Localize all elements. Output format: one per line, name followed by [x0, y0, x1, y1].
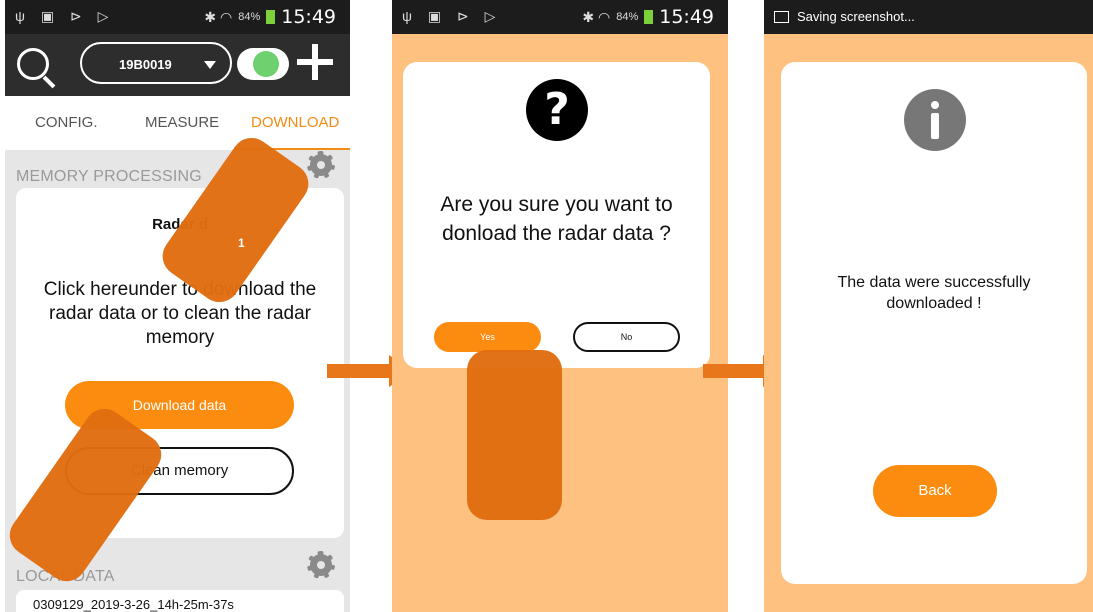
back-button[interactable]: Back — [873, 465, 997, 517]
confirm-dialog: ? Are you sure you want to donload the r… — [403, 62, 710, 368]
local-data-filename: 0309129_2019-3-26_14h-25m-37s — [33, 597, 234, 612]
tab-config[interactable]: CONFIG. — [35, 114, 98, 131]
tab-bar: CONFIG. MEASURE DOWNLOAD — [5, 96, 350, 150]
gear-icon[interactable] — [307, 551, 335, 579]
yes-button[interactable]: Yes — [434, 322, 541, 352]
clock: 15:49 — [659, 6, 714, 28]
device-select[interactable]: 19B0019 — [80, 42, 232, 84]
success-dialog: The data were successfully downloaded ! … — [781, 62, 1087, 584]
dropdown-caret-icon — [204, 61, 216, 69]
status-bar: Saving screenshot... — [764, 0, 1093, 34]
battery-percent: 84% — [238, 11, 261, 23]
phone-screen-confirm-dialog: ψ ▣ ⊳ ▷ ✱ ◠ 84% 15:49 ? Are you sure you… — [392, 0, 728, 612]
status-left-icons: ψ ▣ ⊳ ▷ — [402, 8, 502, 24]
device-select-value: 19B0019 — [119, 57, 172, 72]
gear-icon[interactable] — [307, 151, 335, 179]
card-description: Click hereunder to download the radar da… — [43, 279, 317, 348]
no-button[interactable]: No — [573, 322, 680, 352]
saving-status-text: Saving screenshot... — [797, 9, 915, 24]
phone-screen-success-dialog: Saving screenshot... The data were succe… — [764, 0, 1093, 612]
app-toolbar: 19B0019 — [5, 34, 350, 96]
bluetooth-wifi-icons: ✱ ◠ — [582, 8, 611, 25]
connection-toggle[interactable] — [237, 48, 289, 80]
clock: 15:49 — [281, 6, 336, 28]
memory-processing-title: MEMORY PROCESSING — [16, 168, 202, 185]
battery-percent: 84% — [616, 11, 639, 23]
question-icon: ? — [526, 79, 588, 141]
status-left-icons: ψ ▣ ⊳ ▷ — [15, 8, 115, 24]
pointing-hand-icon — [467, 350, 562, 520]
tab-download[interactable]: DOWNLOAD — [251, 114, 339, 131]
local-data-item[interactable]: 0309129_2019-3-26_14h-25m-37s — [16, 590, 344, 612]
step-number: 1 — [238, 236, 245, 250]
tab-measure[interactable]: MEASURE — [145, 114, 219, 131]
flow-arrow-icon — [327, 355, 413, 387]
status-bar: ψ ▣ ⊳ ▷ ✱ ◠ 84% 15:49 — [392, 0, 728, 34]
search-icon[interactable] — [17, 48, 49, 80]
screenshot-icon — [774, 11, 789, 23]
battery-icon — [644, 10, 654, 24]
phone-screen-download-tab: ψ ▣ ⊳ ▷ ✱ ◠ 84% 15:49 19B0019 CONFIG. ME… — [5, 0, 350, 612]
flow-arrow-icon — [703, 355, 787, 387]
bluetooth-wifi-icons: ✱ ◠ — [204, 8, 233, 25]
info-icon — [904, 89, 966, 151]
battery-icon — [266, 10, 276, 24]
success-message: The data were successfully downloaded ! — [837, 274, 1031, 312]
add-plus-icon[interactable] — [297, 44, 333, 80]
status-bar: ψ ▣ ⊳ ▷ ✱ ◠ 84% 15:49 — [5, 0, 350, 34]
confirm-message: Are you sure you want to donload the rad… — [440, 193, 673, 245]
